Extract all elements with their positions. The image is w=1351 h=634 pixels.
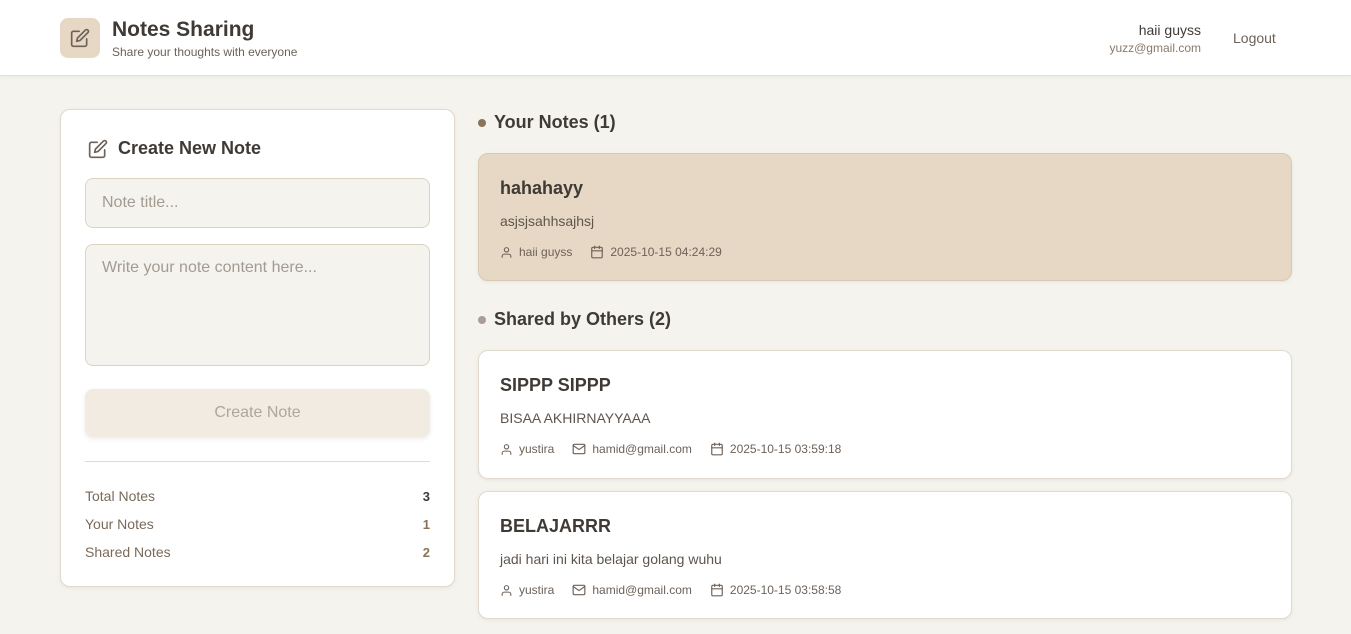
- note-title: hahahayy: [500, 178, 584, 198]
- bullet-icon: [478, 315, 486, 324]
- note-body: BISAA AKHIRNAYYAAA: [500, 410, 651, 426]
- stat-value: 1: [422, 516, 430, 532]
- note-meta: yustira hamid@gmail.com 2025-10-15 03:58…: [500, 583, 841, 597]
- logout-button[interactable]: Logout: [1233, 30, 1276, 46]
- divider: [85, 461, 430, 462]
- app-title: Notes Sharing: [112, 18, 255, 41]
- user-icon: [501, 584, 512, 596]
- user-icon: [501, 443, 512, 455]
- note-title: SIPPP SIPPP: [500, 375, 611, 395]
- email-text: hamid@gmail.com: [592, 442, 692, 456]
- note-card[interactable]: BELAJARRR jadi hari ini kita belajar gol…: [478, 491, 1292, 619]
- app-header: Notes Sharing Share your thoughts with e…: [0, 0, 1351, 76]
- note-author: yustira: [500, 442, 554, 456]
- edit-icon: [70, 28, 90, 48]
- note-body: asjsjsahhsajhsj: [500, 213, 595, 229]
- note-title-input[interactable]: [85, 178, 430, 228]
- user-name: haii guyss: [1138, 22, 1201, 38]
- date-text: 2025-10-15 03:58:58: [729, 583, 842, 597]
- bullet-icon: [478, 118, 486, 127]
- app-logo: [60, 18, 100, 58]
- stat-value: 2: [422, 544, 430, 560]
- calendar-icon: [711, 583, 723, 597]
- create-note-button[interactable]: Create Note: [85, 389, 430, 437]
- calendar-icon: [711, 442, 723, 456]
- note-meta: haii guyss 2025-10-15 04:24:29: [500, 245, 722, 259]
- date-text: 2025-10-15 03:59:18: [729, 442, 842, 456]
- note-date: 2025-10-15 03:58:58: [710, 583, 841, 597]
- app-subtitle: Share your thoughts with everyone: [112, 45, 298, 59]
- user-email: yuzz@gmail.com: [1109, 41, 1201, 55]
- stat-your-notes: Your Notes 1: [85, 514, 430, 534]
- create-note-title: Create New Note: [118, 138, 262, 158]
- note-date: 2025-10-15 04:24:29: [590, 245, 722, 259]
- note-date: 2025-10-15 03:59:18: [710, 442, 841, 456]
- note-content-input[interactable]: [85, 244, 430, 366]
- email-text: hamid@gmail.com: [592, 583, 692, 597]
- author-name: yustira: [519, 442, 555, 456]
- stat-shared-notes: Shared Notes 2: [85, 542, 430, 562]
- stat-label: Shared Notes: [85, 544, 171, 560]
- note-author: haii guyss: [500, 245, 572, 259]
- stat-value: 3: [422, 488, 430, 504]
- calendar-icon: [591, 245, 604, 259]
- note-email: hamid@gmail.com: [572, 583, 692, 597]
- note-meta: yustira hamid@gmail.com 2025-10-15 03:59…: [500, 442, 841, 456]
- create-note-card: Create New Note Create Note Total Notes …: [60, 109, 455, 587]
- your-notes-heading: Your Notes (1): [478, 112, 616, 133]
- note-title: BELAJARRR: [500, 516, 612, 536]
- stat-label: Total Notes: [85, 488, 156, 504]
- author-name: haii guyss: [519, 245, 573, 259]
- mail-icon: [572, 443, 586, 455]
- note-email: hamid@gmail.com: [572, 442, 692, 456]
- stat-total-notes: Total Notes 3: [85, 486, 430, 506]
- author-name: yustira: [519, 583, 555, 597]
- note-author: yustira: [500, 583, 554, 597]
- note-card[interactable]: SIPPP SIPPP BISAA AKHIRNAYYAAA yustira h…: [478, 350, 1292, 479]
- mail-icon: [572, 584, 586, 596]
- edit-icon: [88, 139, 108, 158]
- create-note-heading: Create New Note: [88, 138, 261, 159]
- user-icon: [501, 246, 512, 258]
- note-body: jadi hari ini kita belajar golang wuhu: [500, 551, 722, 567]
- stat-label: Your Notes: [85, 516, 154, 532]
- section-title: Shared by Others (2): [494, 309, 672, 329]
- section-title: Your Notes (1): [494, 112, 616, 132]
- shared-notes-heading: Shared by Others (2): [478, 309, 671, 330]
- note-card[interactable]: hahahayy asjsjsahhsajhsj haii guyss 2025…: [478, 153, 1292, 281]
- date-text: 2025-10-15 04:24:29: [610, 245, 722, 259]
